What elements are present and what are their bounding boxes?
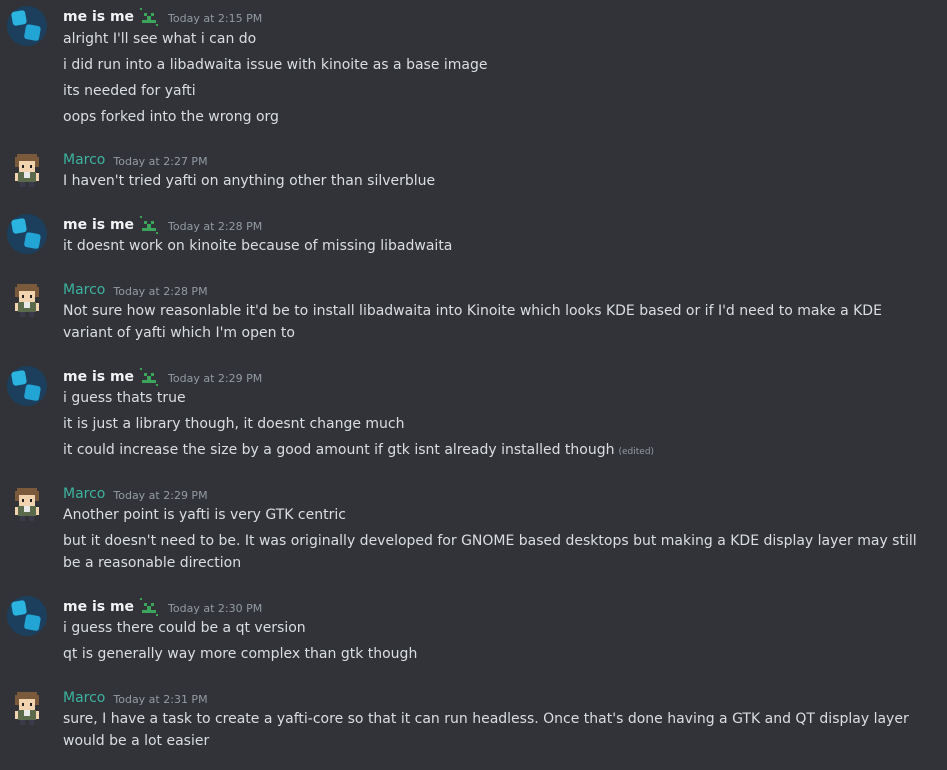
message-text: it is just a library though, it doesnt c… <box>63 416 405 432</box>
message-header: me is me Today at 2:28 PM <box>63 215 262 235</box>
message-text: it could increase the size by a good amo… <box>63 439 933 463</box>
download-badge-icon[interactable] <box>138 367 160 387</box>
message-text: sure, I have a task to create a yafti-co… <box>63 711 909 749</box>
message-text: it doesnt work on kinoite because of mis… <box>63 238 453 254</box>
message-header: me is me Today at 2:29 PM <box>63 367 262 387</box>
message-timestamp[interactable]: Today at 2:29 PM <box>168 372 262 385</box>
blue-cube-avatar-icon <box>7 596 47 636</box>
blue-cube-avatar-icon <box>7 214 47 254</box>
username-marco[interactable]: Marco <box>63 152 105 168</box>
message-timestamp[interactable]: Today at 2:28 PM <box>113 285 207 298</box>
message-text: but it doesn't need to be. It was origin… <box>63 533 917 571</box>
username-me[interactable]: me is me <box>63 9 134 25</box>
username-marco[interactable]: Marco <box>63 690 105 706</box>
user-avatar-marco[interactable] <box>7 687 47 727</box>
edited-label: (edited) <box>618 447 655 457</box>
message-group: me is me Today at 2:30 PM i guess there … <box>0 590 947 675</box>
message-timestamp[interactable]: Today at 2:28 PM <box>168 220 262 233</box>
username-marco[interactable]: Marco <box>63 486 105 502</box>
message-text: i did run into a libadwaita issue with k… <box>63 57 488 73</box>
blue-cube-avatar-icon <box>7 366 47 406</box>
message-text: I haven't tried yafti on anything other … <box>63 173 436 189</box>
message-text: i guess there could be a qt version <box>63 620 306 636</box>
message-text: its needed for yafti <box>63 83 196 99</box>
message-text: Another point is yafti is very GTK centr… <box>63 507 346 523</box>
message-header: Marco Today at 2:27 PM <box>63 150 208 170</box>
blue-cube-avatar-icon <box>7 6 47 46</box>
download-badge-icon[interactable] <box>138 597 160 617</box>
user-avatar-me[interactable] <box>7 214 47 254</box>
message-text: i guess thats true <box>63 390 186 406</box>
message-header: me is me Today at 2:15 PM <box>63 7 262 27</box>
message-header: me is me Today at 2:30 PM <box>63 597 262 617</box>
username-me[interactable]: me is me <box>63 369 134 385</box>
message-group: Marco Today at 2:27 PM I haven't tried y… <box>0 143 947 203</box>
message-body: it could increase the size by a good amo… <box>63 442 615 458</box>
message-timestamp[interactable]: Today at 2:15 PM <box>168 12 262 25</box>
message-text: qt is generally way more complex than gt… <box>63 646 418 662</box>
pixel-person-avatar-icon <box>15 284 39 317</box>
pixel-person-avatar-icon <box>15 154 39 187</box>
user-avatar-me[interactable] <box>7 596 47 636</box>
username-me[interactable]: me is me <box>63 599 134 615</box>
username-me[interactable]: me is me <box>63 217 134 233</box>
message-group: me is me Today at 2:28 PM it doesnt work… <box>0 208 947 268</box>
message-timestamp[interactable]: Today at 2:29 PM <box>113 489 207 502</box>
user-avatar-marco[interactable] <box>7 149 47 189</box>
message-group: me is me Today at 2:15 PM alright I'll s… <box>0 0 947 140</box>
user-avatar-marco[interactable] <box>7 279 47 319</box>
message-header: Marco Today at 2:31 PM <box>63 688 208 708</box>
message-header: Marco Today at 2:29 PM <box>63 484 208 504</box>
download-badge-icon[interactable] <box>138 7 160 27</box>
message-group: Marco Today at 2:29 PM Another point is … <box>0 477 947 587</box>
user-avatar-me[interactable] <box>7 366 47 406</box>
message-timestamp[interactable]: Today at 2:31 PM <box>113 693 207 706</box>
pixel-person-avatar-icon <box>15 692 39 725</box>
message-group: Marco Today at 2:31 PM sure, I have a ta… <box>0 681 947 770</box>
message-group: me is me Today at 2:29 PM i guess thats … <box>0 360 947 470</box>
username-marco[interactable]: Marco <box>63 282 105 298</box>
user-avatar-me[interactable] <box>7 6 47 46</box>
user-avatar-marco[interactable] <box>7 483 47 523</box>
message-header: Marco Today at 2:28 PM <box>63 280 208 300</box>
message-text: alright I'll see what i can do <box>63 31 257 47</box>
message-group: Marco Today at 2:28 PM Not sure how reas… <box>0 273 947 353</box>
download-badge-icon[interactable] <box>138 215 160 235</box>
pixel-person-avatar-icon <box>15 488 39 521</box>
message-text: oops forked into the wrong org <box>63 109 279 125</box>
message-list: me is me Today at 2:15 PM alright I'll s… <box>0 0 947 770</box>
message-text: Not sure how reasonlable it'd be to inst… <box>63 303 882 341</box>
message-timestamp[interactable]: Today at 2:27 PM <box>113 155 207 168</box>
message-timestamp[interactable]: Today at 2:30 PM <box>168 602 262 615</box>
